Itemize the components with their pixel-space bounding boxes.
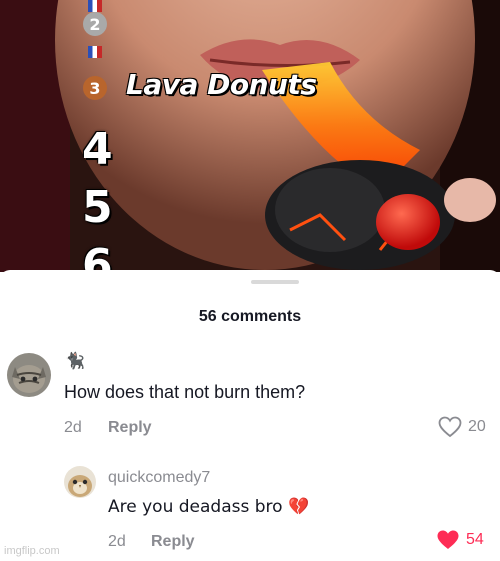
avatar[interactable] bbox=[7, 353, 51, 397]
like-button[interactable]: 20 bbox=[438, 416, 486, 438]
heart-outline-icon bbox=[438, 416, 462, 438]
rank-5-label: 5 bbox=[82, 182, 113, 233]
ribbon-icon bbox=[88, 46, 102, 58]
comment-age: 2d bbox=[108, 533, 126, 550]
watermark: imgflip.com bbox=[4, 545, 60, 557]
rank-2-label: 2 bbox=[89, 14, 101, 34]
comments-count: 56 comments bbox=[198, 308, 302, 325]
owl-avatar-icon bbox=[64, 466, 96, 498]
comment-text: Are you deadass bro 💔 bbox=[108, 497, 310, 517]
drag-handle[interactable] bbox=[251, 280, 299, 284]
rank-6-label: 6 bbox=[82, 240, 113, 273]
like-count: 54 bbox=[466, 531, 484, 548]
comment-username[interactable]: 🐈‍⬛ bbox=[65, 351, 85, 370]
comment-age: 2d bbox=[64, 419, 82, 436]
avatar[interactable] bbox=[64, 466, 96, 498]
like-button[interactable]: 54 bbox=[436, 529, 484, 551]
reply-button[interactable]: Reply bbox=[151, 533, 195, 551]
reply-button[interactable]: Reply bbox=[108, 419, 152, 437]
ribbon-icon bbox=[88, 0, 102, 12]
comment-username[interactable]: quickcomedy7 bbox=[108, 469, 210, 487]
bronze-medal-icon: 3 bbox=[83, 76, 107, 100]
video-player[interactable]: 2 3 Lava Donuts 4 5 6 bbox=[0, 0, 500, 272]
rank-3-label: 3 bbox=[89, 78, 101, 98]
cat-avatar-icon bbox=[7, 353, 51, 397]
comments-sheet: 56 comments 🐈‍⬛ How does that not burn t… bbox=[0, 270, 500, 561]
silver-medal-icon: 2 bbox=[83, 12, 107, 36]
video-frame bbox=[0, 0, 500, 272]
comment-text: How does that not burn them? bbox=[64, 382, 306, 402]
video-caption-title: Lava Donuts bbox=[126, 68, 317, 101]
rank-4-label: 4 bbox=[82, 124, 113, 175]
heart-filled-icon bbox=[437, 530, 459, 549]
like-count: 20 bbox=[468, 418, 486, 435]
